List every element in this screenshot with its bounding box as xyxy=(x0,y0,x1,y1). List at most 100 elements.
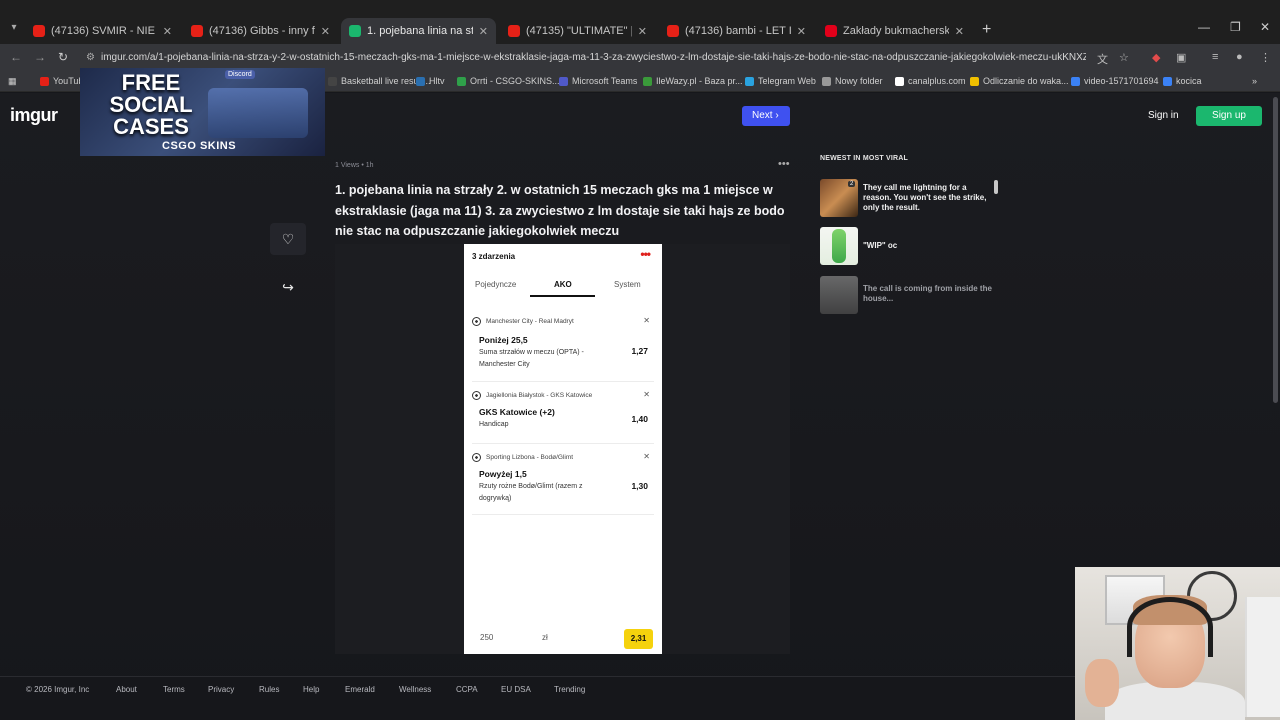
bookmark-favicon-icon xyxy=(416,76,425,86)
forward-icon[interactable]: → xyxy=(34,50,46,64)
share-icon[interactable]: ↪ xyxy=(270,271,306,303)
bookmark-label: kocica xyxy=(1176,76,1202,86)
next-button[interactable]: Next › xyxy=(742,106,790,126)
slip-tab-underline xyxy=(530,295,595,297)
footer-link[interactable]: Wellness xyxy=(399,685,431,694)
divider xyxy=(472,381,654,382)
bookmark-label: Telegram Web xyxy=(758,76,816,86)
browser-tab[interactable]: (47135) "ULTIMATE" | Trap Type ✕ xyxy=(500,18,655,44)
tab-close-icon[interactable]: ✕ xyxy=(163,25,172,38)
apps-grid-icon[interactable]: ▦ xyxy=(8,76,17,87)
media-icon[interactable]: ≡ xyxy=(1212,51,1218,63)
close-window-icon[interactable]: ✕ xyxy=(1260,20,1270,34)
footer-link[interactable]: Terms xyxy=(163,685,185,694)
tab-close-icon[interactable]: ✕ xyxy=(797,25,806,38)
back-icon[interactable]: ← xyxy=(10,50,22,64)
ad-artwork xyxy=(208,88,308,138)
tab-close-icon[interactable]: ✕ xyxy=(321,25,330,38)
footer-link[interactable]: EU DSA xyxy=(501,685,531,694)
webcam-overlay xyxy=(1075,567,1280,720)
translate-icon[interactable]: 文 xyxy=(1097,51,1108,67)
more-bookmarks-icon[interactable]: » xyxy=(1252,76,1257,86)
viral-item[interactable]: The call is coming from inside the house… xyxy=(820,276,1000,314)
browser-tab[interactable]: Zakłady bukmacherskie Betclic ✕ xyxy=(817,18,972,44)
bookmark-favicon-icon xyxy=(559,76,568,86)
bookmark-item[interactable]: Microsoft Teams xyxy=(559,76,637,86)
extensions-puzzle-icon[interactable]: ▣ xyxy=(1176,51,1186,64)
tab-search-icon[interactable]: ▾ xyxy=(6,20,22,36)
bookmark-item[interactable]: Orrti - CSGO-SKINS... xyxy=(457,76,560,86)
bookmark-item[interactable]: IleWazy.pl - Baza pr... xyxy=(643,76,743,86)
browser-menu-icon[interactable]: ⋮ xyxy=(1260,51,1271,64)
extension-icon[interactable]: ◆ xyxy=(1152,51,1160,64)
url-field[interactable]: ⚙ imgur.com/a/1-pojebana-linia-na-strza-y… xyxy=(86,48,1086,68)
bookmark-favicon-icon xyxy=(822,76,831,86)
footer-link[interactable]: Rules xyxy=(259,685,279,694)
viral-item[interactable]: 2 They call me lightning for a reason. Y… xyxy=(820,179,1000,217)
leg-match: Sporting Lizbona - Bodø/Glimt xyxy=(486,454,574,461)
browser-tab[interactable]: (47136) bambi - LET IT B - YouT ✕ xyxy=(659,18,814,44)
page-scrollbar[interactable] xyxy=(1273,97,1278,403)
footer-link[interactable]: Privacy xyxy=(208,685,234,694)
footer-link[interactable]: Help xyxy=(303,685,319,694)
browser-tab[interactable]: (47136) SVMIR - NIE MOGĘ ✕ xyxy=(25,18,180,44)
bookmark-item[interactable]: video-1571701694 xyxy=(1071,76,1159,86)
profile-icon[interactable]: ● xyxy=(1236,51,1243,63)
divider xyxy=(472,514,654,515)
bookmark-label: Hltv xyxy=(429,76,445,86)
bookmark-label: IleWazy.pl - Baza pr... xyxy=(656,76,743,86)
bookmark-item[interactable]: Odliczanie do waka... xyxy=(970,76,1069,86)
slip-tab-system: System xyxy=(614,280,641,289)
next-label: Next xyxy=(752,110,773,121)
sign-in-link[interactable]: Sign in xyxy=(1148,110,1179,121)
bookmark-item[interactable]: kocica xyxy=(1163,76,1202,86)
footer-link[interactable]: CCPA xyxy=(456,685,478,694)
bookmark-favicon-icon xyxy=(328,76,337,86)
footer-link[interactable]: Emerald xyxy=(345,685,375,694)
bookmark-favicon-icon xyxy=(1071,76,1080,86)
ad-banner[interactable]: Discord FREE SOCIAL CASES CSGO SKINS xyxy=(80,68,325,156)
footer-copyright: © 2026 Imgur, Inc xyxy=(26,685,90,694)
footer-link[interactable]: About xyxy=(116,685,137,694)
viral-thumbnail[interactable] xyxy=(820,276,858,314)
character-figure xyxy=(832,229,846,263)
tab-close-icon[interactable]: ✕ xyxy=(955,25,964,38)
viral-title[interactable]: The call is coming from inside the house… xyxy=(863,284,993,304)
remove-icon: ✕ xyxy=(643,390,650,399)
restore-icon[interactable]: ❐ xyxy=(1230,20,1241,34)
bookmark-item[interactable]: Telegram Web xyxy=(745,76,816,86)
viral-item[interactable]: "WIP" oc xyxy=(820,227,1000,265)
sidebar-scrollbar[interactable] xyxy=(994,180,998,194)
tab-favicon-icon xyxy=(191,25,203,37)
bookmark-star-icon[interactable]: ☆ xyxy=(1119,51,1129,64)
ad-tag: Discord xyxy=(225,70,255,79)
bookmark-favicon-icon xyxy=(970,76,979,86)
sign-up-button[interactable]: Sign up xyxy=(1196,106,1262,126)
divider xyxy=(472,443,654,444)
leg-pick: GKS Katowice (+2) xyxy=(479,407,555,417)
imgur-logo[interactable]: imgur xyxy=(10,105,58,126)
bookmark-item[interactable]: canalplus.com xyxy=(895,76,966,86)
minimize-icon[interactable]: — xyxy=(1198,20,1210,34)
viral-thumbnail[interactable] xyxy=(820,227,858,265)
browser-tab[interactable]: (47136) Gibbs - inny ft. SVMIR ✕ xyxy=(183,18,338,44)
browser-tab[interactable]: 1. pojebana linia na strzały 2. w ✕ xyxy=(341,18,496,44)
slip-leg: Jagiellonia Białystok - GKS Katowice ✕ G… xyxy=(472,390,654,436)
bookmark-item[interactable]: Hltv xyxy=(416,76,445,86)
tab-close-icon[interactable]: ✕ xyxy=(479,25,488,38)
bookmark-favicon-icon xyxy=(895,76,904,86)
tab-label: Zakłady bukmacherskie Betclic xyxy=(843,25,949,37)
tab-favicon-icon xyxy=(825,25,837,37)
tab-close-icon[interactable]: ✕ xyxy=(638,25,647,38)
footer-link[interactable]: Trending xyxy=(554,685,585,694)
viral-title[interactable]: They call me lightning for a reason. You… xyxy=(863,183,993,213)
site-info-icon[interactable]: ⚙ xyxy=(86,52,95,63)
post-more-icon[interactable]: ••• xyxy=(778,158,790,170)
heart-icon[interactable]: ♡ xyxy=(270,223,306,255)
reload-icon[interactable]: ↻ xyxy=(58,50,68,64)
total-odds-badge: 2,31 xyxy=(624,629,653,649)
bookmark-favicon-icon xyxy=(457,76,466,86)
new-tab-icon[interactable]: + xyxy=(982,21,991,39)
viral-title[interactable]: "WIP" oc xyxy=(863,241,993,251)
bookmark-item[interactable]: Nowy folder xyxy=(822,76,883,86)
